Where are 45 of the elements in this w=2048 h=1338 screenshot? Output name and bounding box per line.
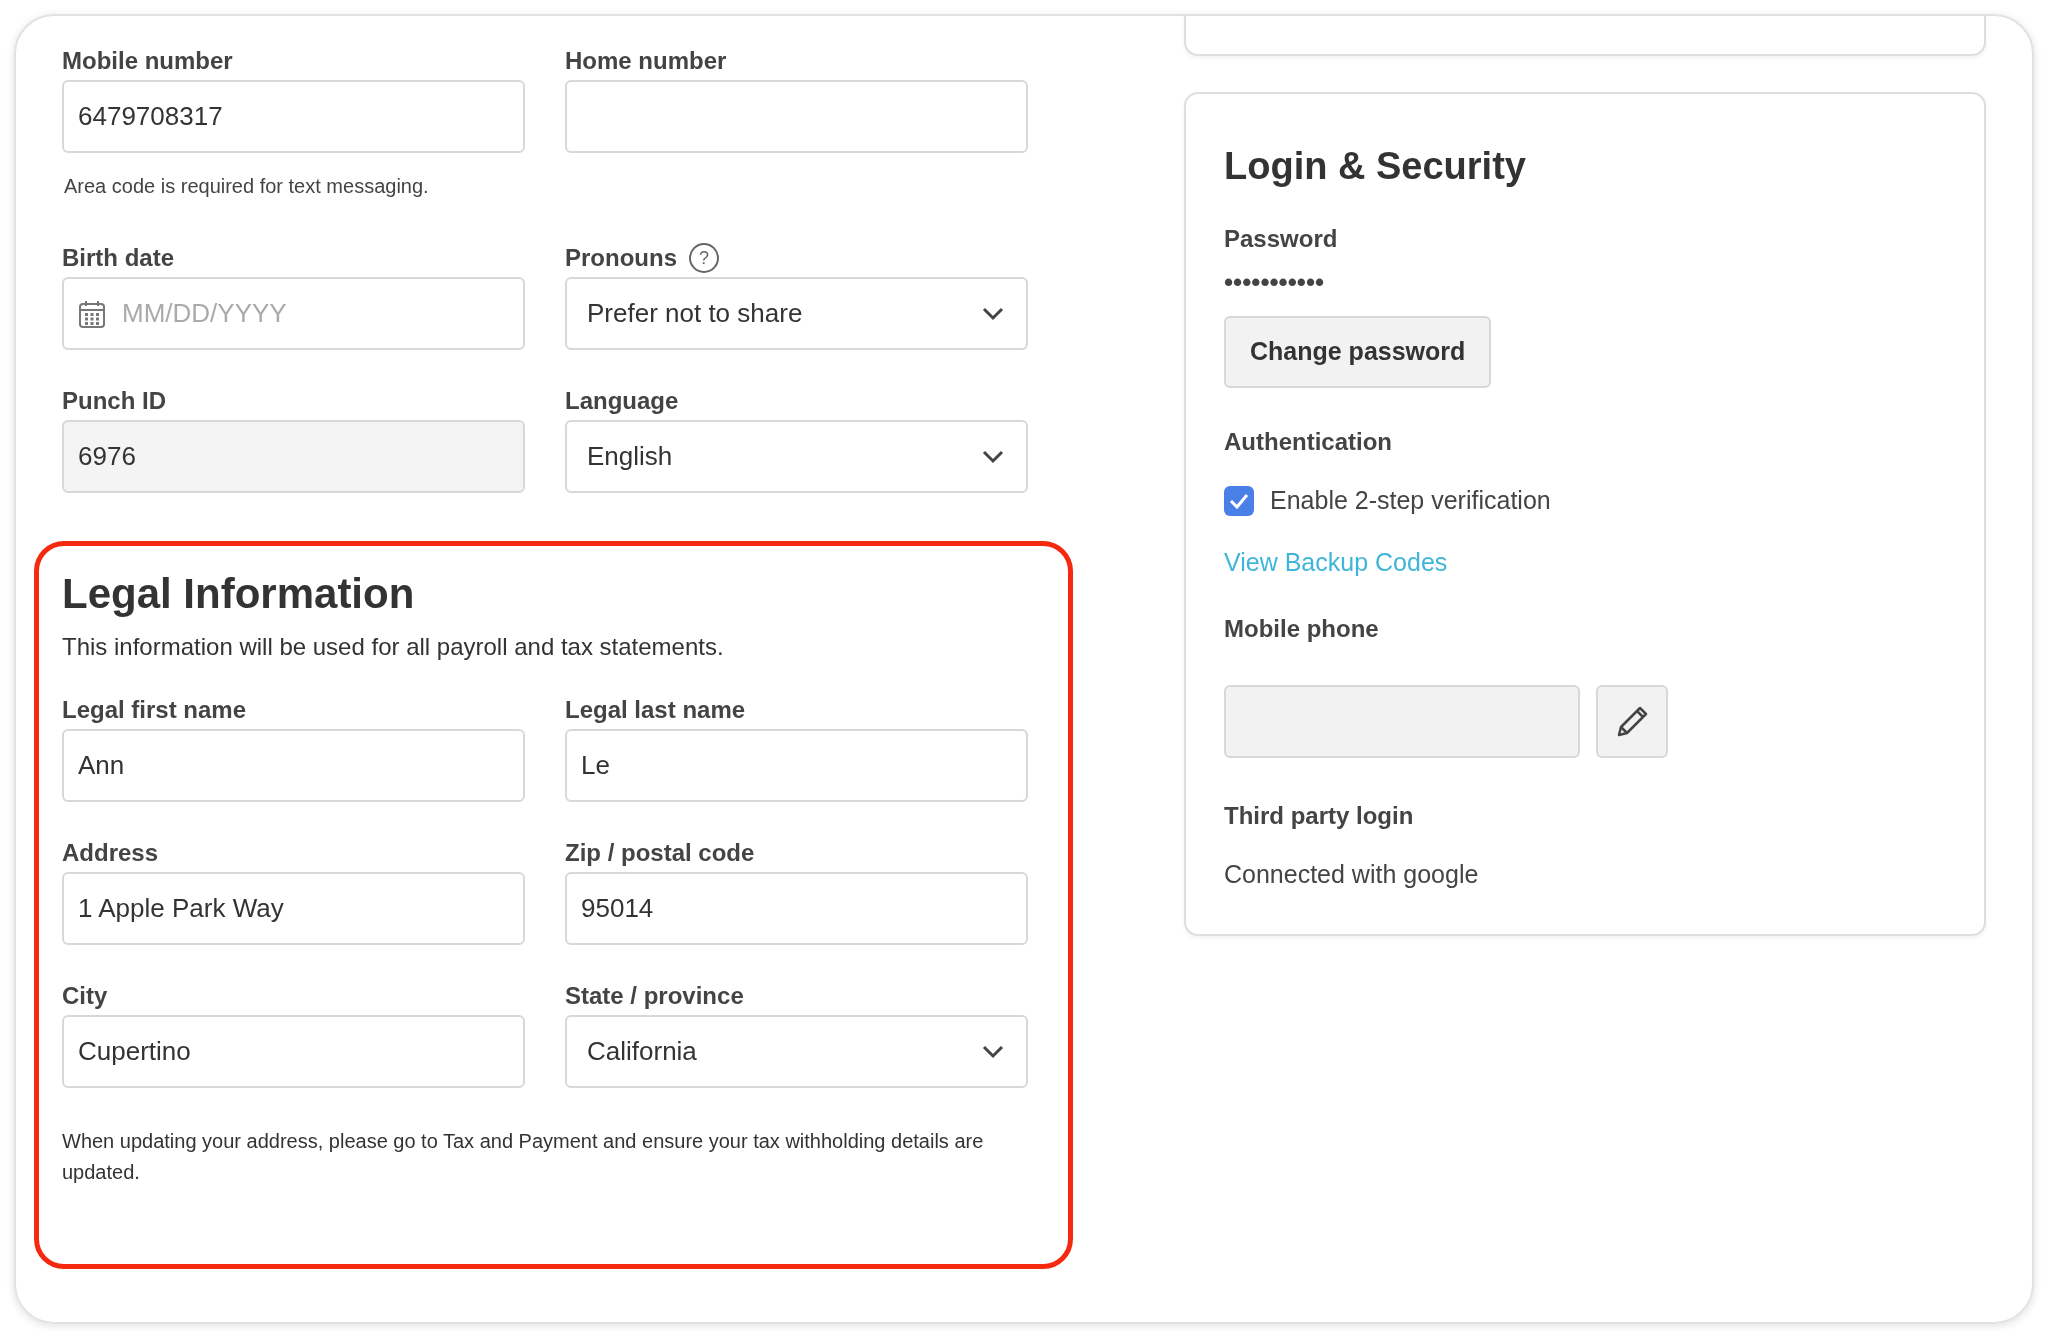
field-label: City [62, 981, 108, 1011]
field-label: Legal first name [62, 695, 247, 725]
section-heading: Legal Information [62, 569, 416, 619]
text-field[interactable]: 1 Apple Park Way [62, 872, 525, 945]
text-field[interactable]: Le [565, 729, 1028, 802]
select-field[interactable]: English [565, 420, 1028, 493]
text-field[interactable]: 95014 [565, 872, 1028, 945]
field-label: Address [62, 838, 159, 868]
select-field[interactable]: California [565, 1015, 1028, 1088]
text-field[interactable]: Ann [62, 729, 525, 802]
field-label: Authentication [1224, 427, 1392, 457]
date-placeholder: MM/DD/YYYY [122, 297, 287, 330]
field-label: Third party login [1224, 801, 1414, 831]
help-icon[interactable]: ? [689, 243, 719, 273]
connection-status: Connected with google [1224, 859, 1479, 890]
change-password-button[interactable]: Change password [1224, 316, 1492, 388]
edit-button[interactable] [1596, 685, 1668, 758]
field-label: Mobile phone [1224, 614, 1379, 644]
field-label: Language [565, 386, 679, 416]
field-label: Punch ID [62, 386, 166, 416]
text-field[interactable]: Cupertino [62, 1015, 525, 1088]
field-label: Password [1224, 224, 1338, 254]
section-description: This information will be used for all payroll and tax statements. [62, 632, 725, 662]
chevron-down-icon [982, 1044, 1004, 1059]
chevron-down-icon [982, 449, 1004, 464]
calendar-icon [78, 298, 106, 329]
chevron-down-icon [982, 306, 1004, 321]
checkbox[interactable] [1224, 485, 1254, 516]
field-label: Zip / postal code [565, 838, 755, 868]
readonly-field[interactable]: 6976 [62, 420, 525, 493]
text-field[interactable] [565, 80, 1028, 153]
select-field[interactable]: Prefer not to share [565, 277, 1028, 350]
card-title: Login & Security [1224, 144, 1526, 189]
field-label: Pronouns [565, 243, 677, 273]
field-label: Birth date [62, 243, 174, 273]
address-note: When updating your address, please go to Tax and Payment and ensure your tax withholding details are updated. [62, 1129, 985, 1185]
text-field[interactable]: 6479708317 [62, 80, 525, 153]
checkbox-label: Enable 2-step verification [1270, 485, 1551, 516]
field-label: Mobile number [62, 46, 233, 76]
hint-text: Area code is required for text messaging. [64, 174, 430, 199]
password-mask: ••••••••••• [1224, 266, 1325, 299]
field-label: Home number [565, 46, 727, 76]
field-label: State / province [565, 981, 744, 1011]
field-label: Legal last name [565, 695, 746, 725]
checkmark-icon [1229, 492, 1249, 509]
